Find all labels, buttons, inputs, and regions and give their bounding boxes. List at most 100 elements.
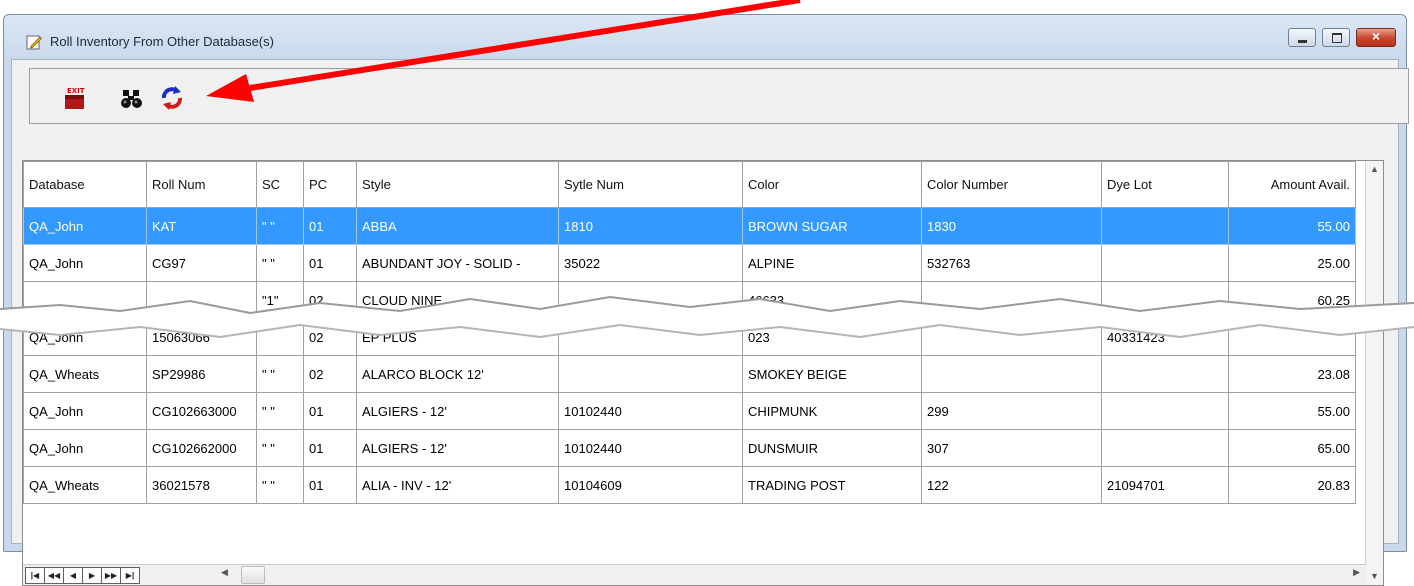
col-roll-num[interactable]: Roll Num [146,161,257,208]
cell-database[interactable]: QA_John [23,318,147,356]
cell-roll-num[interactable]: 15063066 [146,318,257,356]
cell-color-number[interactable] [921,318,1102,356]
cell-roll-num[interactable]: SP29986 [146,355,257,393]
cell-sc[interactable]: " " [256,429,304,467]
cell-color[interactable]: DUNSMUIR [742,429,922,467]
cell-roll-num[interactable]: KAT [146,207,257,245]
table-row[interactable]: "1" 02 CLOUD NINE 46633 60.25 [23,281,1356,319]
cell-sc[interactable]: " " [256,466,304,504]
cell-sc[interactable] [256,318,304,356]
cell-style-num[interactable] [558,318,743,356]
cell-sc[interactable]: " " [256,392,304,430]
cell-pc[interactable]: 01 [303,466,357,504]
cell-sc[interactable]: "1" [256,281,304,319]
cell-amount[interactable] [1228,318,1356,356]
table-row[interactable]: QA_Wheats SP29986 " " 02 ALARCO BLOCK 12… [23,355,1356,393]
cell-roll-num[interactable]: CG97 [146,244,257,282]
cell-style-num[interactable] [558,281,743,319]
cell-database[interactable]: QA_John [23,392,147,430]
cell-color-number[interactable]: 307 [921,429,1102,467]
maximize-button[interactable] [1322,28,1350,47]
cell-amount[interactable]: 25.00 [1228,244,1356,282]
cell-roll-num[interactable]: CG102662000 [146,429,257,467]
cell-color[interactable]: ALPINE [742,244,922,282]
scroll-up-icon[interactable]: ▲ [1366,161,1383,178]
table-row[interactable]: QA_John 15063066 02 EP PLUS 023 40331423 [23,318,1356,356]
cell-style-num[interactable]: 1810 [558,207,743,245]
cell-database[interactable]: QA_Wheats [23,466,147,504]
prev-record-icon[interactable]: ◀ [63,567,83,584]
cell-style-num[interactable]: 10104609 [558,466,743,504]
scroll-down-icon[interactable]: ▼ [1366,568,1383,585]
cell-database[interactable]: QA_John [23,207,147,245]
cell-style[interactable]: ALIA - INV - 12' [356,466,559,504]
minimize-button[interactable] [1288,28,1316,47]
cell-database[interactable]: QA_Wheats [23,355,147,393]
col-sc[interactable]: SC [256,161,304,208]
cell-amount[interactable]: 23.08 [1228,355,1356,393]
vertical-scrollbar[interactable]: ▲ ▼ [1365,161,1383,585]
inventory-grid[interactable]: Database Roll Num SC PC Style Sytle Num … [22,160,1384,586]
cell-roll-num[interactable] [146,281,257,319]
cell-color[interactable]: 023 [742,318,922,356]
col-database[interactable]: Database [23,161,147,208]
close-button[interactable]: × [1356,28,1396,47]
cell-color[interactable]: TRADING POST [742,466,922,504]
cell-dye-lot[interactable] [1101,281,1229,319]
col-style[interactable]: Style [356,161,559,208]
cell-style[interactable]: ALARCO BLOCK 12' [356,355,559,393]
cell-style[interactable]: EP PLUS [356,318,559,356]
cell-dye-lot[interactable] [1101,244,1229,282]
exit-button[interactable]: EXIT [60,85,88,111]
cell-color[interactable]: 46633 [742,281,922,319]
next-page-icon[interactable]: ▶▶ [101,567,121,584]
cell-style[interactable]: ALGIERS - 12' [356,429,559,467]
cell-style[interactable]: ALGIERS - 12' [356,392,559,430]
cell-pc[interactable]: 01 [303,207,357,245]
col-color-number[interactable]: Color Number [921,161,1102,208]
col-amount-avail[interactable]: Amount Avail. [1228,161,1356,208]
cell-database[interactable]: QA_John [23,244,147,282]
cell-roll-num[interactable]: CG102663000 [146,392,257,430]
find-button[interactable] [118,85,146,111]
cell-pc[interactable]: 01 [303,244,357,282]
cell-amount[interactable]: 65.00 [1228,429,1356,467]
cell-style[interactable]: CLOUD NINE [356,281,559,319]
cell-dye-lot[interactable] [1101,207,1229,245]
first-record-icon[interactable]: |◀ [25,567,45,584]
cell-pc[interactable]: 02 [303,281,357,319]
table-row[interactable]: QA_John CG102663000 " " 01 ALGIERS - 12'… [23,392,1356,430]
cell-color-number[interactable] [921,355,1102,393]
cell-style[interactable]: ABBA [356,207,559,245]
cell-sc[interactable]: " " [256,244,304,282]
col-dye-lot[interactable]: Dye Lot [1101,161,1229,208]
cell-amount[interactable]: 20.83 [1228,466,1356,504]
cell-style-num[interactable]: 35022 [558,244,743,282]
cell-style-num[interactable]: 10102440 [558,429,743,467]
cell-dye-lot[interactable] [1101,355,1229,393]
cell-sc[interactable]: " " [256,207,304,245]
cell-amount[interactable]: 55.00 [1228,207,1356,245]
cell-color-number[interactable] [921,281,1102,319]
cell-color-number[interactable]: 532763 [921,244,1102,282]
cell-database[interactable]: QA_John [23,429,147,467]
table-row[interactable]: QA_Wheats 36021578 " " 01 ALIA - INV - 1… [23,466,1356,504]
cell-style-num[interactable] [558,355,743,393]
cell-dye-lot[interactable]: 21094701 [1101,466,1229,504]
cell-pc[interactable]: 02 [303,318,357,356]
cell-amount[interactable]: 60.25 [1228,281,1356,319]
cell-color-number[interactable]: 1830 [921,207,1102,245]
cell-dye-lot[interactable] [1101,392,1229,430]
cell-roll-num[interactable]: 36021578 [146,466,257,504]
cell-pc[interactable]: 01 [303,392,357,430]
cell-color-number[interactable]: 299 [921,392,1102,430]
scroll-left-icon[interactable]: ◀ [221,567,228,578]
col-style-num[interactable]: Sytle Num [558,161,743,208]
cell-style[interactable]: ABUNDANT JOY - SOLID - [356,244,559,282]
table-row[interactable]: QA_John KAT " " 01 ABBA 1810 BROWN SUGAR… [23,207,1356,245]
cell-dye-lot[interactable] [1101,429,1229,467]
col-pc[interactable]: PC [303,161,357,208]
next-record-icon[interactable]: ▶ [82,567,102,584]
cell-amount[interactable]: 55.00 [1228,392,1356,430]
table-row[interactable]: QA_John CG102662000 " " 01 ALGIERS - 12'… [23,429,1356,467]
